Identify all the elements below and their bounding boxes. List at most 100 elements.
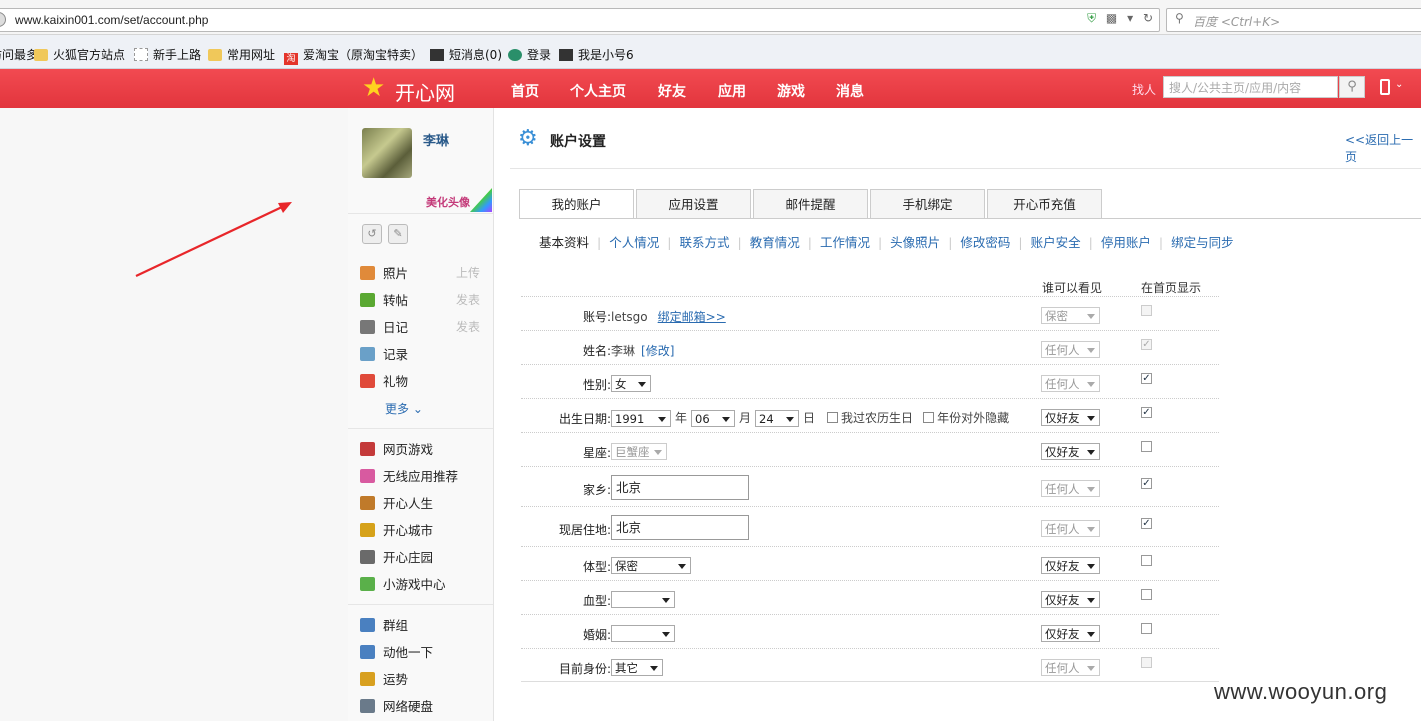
sidebar-item[interactable]: 运势 xyxy=(360,669,408,688)
subtab[interactable]: 头像照片 xyxy=(890,235,940,250)
homepage-checkbox[interactable] xyxy=(1141,555,1152,566)
tab-coin-recharge[interactable]: 开心币充值 xyxy=(987,189,1102,218)
reload-icon[interactable]: ↻ xyxy=(1143,11,1153,25)
sidebar-item[interactable]: 日记 xyxy=(360,317,408,336)
sidebar-item[interactable]: 开心城市 xyxy=(360,520,433,539)
sidebar-item[interactable]: 记录 xyxy=(360,344,408,363)
sidebar-item-action[interactable]: 上传 xyxy=(456,264,480,281)
bookmark-firefox[interactable]: 火狐官方站点 xyxy=(34,46,125,63)
lunar-checkbox[interactable] xyxy=(827,412,839,423)
sidebar-item[interactable]: 网页游戏 xyxy=(360,439,433,458)
nav-apps[interactable]: 应用 xyxy=(718,81,746,101)
bookmark-common-sites[interactable]: 常用网址 xyxy=(208,46,275,63)
visibility-select[interactable]: 仅好友 xyxy=(1041,625,1100,642)
birth-month-select[interactable]: 06 xyxy=(691,410,736,427)
tab-email-alerts[interactable]: 邮件提醒 xyxy=(753,189,868,218)
beautify-avatar-link[interactable]: 美化头像 xyxy=(426,194,470,210)
birth-day-select[interactable]: 24 xyxy=(755,410,800,427)
share-icon[interactable]: ↺ xyxy=(362,224,382,244)
bookmark-getting-started[interactable]: 新手上路 xyxy=(134,46,201,63)
body-type-select[interactable]: 保密 xyxy=(611,557,691,574)
lunar-birthday-option[interactable]: 我过农历生日 xyxy=(827,411,913,425)
browser-search-box[interactable]: ⚲ 百度 <Ctrl+K> xyxy=(1166,8,1421,32)
visibility-select[interactable]: 仅好友 xyxy=(1041,409,1100,426)
hide-year-checkbox[interactable] xyxy=(923,412,935,423)
homepage-checkbox[interactable] xyxy=(1141,623,1152,634)
dropdown-icon[interactable]: ▾ xyxy=(1127,11,1133,25)
homepage-checkbox[interactable]: ✓ xyxy=(1141,518,1152,529)
bookmark-aitaobao[interactable]: 淘爱淘宝（原淘宝特卖） xyxy=(284,46,423,65)
nav-home[interactable]: 首页 xyxy=(511,81,539,101)
logo-star-icon[interactable]: ★ xyxy=(362,73,385,103)
hometown-input[interactable]: 北京 xyxy=(611,475,749,500)
sidebar-item[interactable]: 照片 xyxy=(360,263,408,282)
homepage-checkbox[interactable]: ✓ xyxy=(1141,339,1152,350)
visibility-select[interactable]: 仅好友 xyxy=(1041,443,1100,460)
edit-name-link[interactable]: [修改] xyxy=(641,344,674,358)
visibility-select[interactable]: 保密 xyxy=(1041,307,1100,324)
zodiac-select[interactable]: 巨蟹座 xyxy=(611,443,667,460)
chevron-down-icon[interactable]: ⌄ xyxy=(1395,79,1403,90)
visibility-select[interactable]: 任何人 xyxy=(1041,341,1100,358)
site-search-button[interactable]: ⚲ xyxy=(1339,76,1365,98)
tab-phone-binding[interactable]: 手机绑定 xyxy=(870,189,985,218)
user-name[interactable]: 李琳 xyxy=(423,130,449,149)
site-logo[interactable]: 开心网 xyxy=(395,77,455,106)
edit-icon[interactable]: ✎ xyxy=(388,224,408,244)
visibility-select[interactable]: 任何人 xyxy=(1041,480,1100,497)
sidebar-item[interactable]: 群组 xyxy=(360,615,408,634)
gender-select[interactable]: 女 xyxy=(611,375,651,392)
visibility-select[interactable]: 任何人 xyxy=(1041,659,1100,676)
homepage-checkbox[interactable] xyxy=(1141,441,1152,452)
birth-year-select[interactable]: 1991 xyxy=(611,410,671,427)
site-search-input[interactable]: 搜人/公共主页/应用/内容 xyxy=(1163,76,1338,98)
sidebar-item[interactable]: 礼物 xyxy=(360,371,408,390)
homepage-checkbox[interactable] xyxy=(1141,305,1152,316)
homepage-checkbox[interactable]: ✓ xyxy=(1141,478,1152,489)
nav-messages[interactable]: 消息 xyxy=(836,81,864,101)
nav-friends[interactable]: 好友 xyxy=(658,81,686,101)
subtab[interactable]: 修改密码 xyxy=(960,235,1010,250)
status-select[interactable]: 其它 xyxy=(611,659,663,676)
subtab[interactable]: 绑定与同步 xyxy=(1171,235,1234,250)
blood-type-select[interactable] xyxy=(611,591,675,608)
bookmark-alt-account[interactable]: 我是小号6 xyxy=(559,46,634,63)
shield-icon[interactable]: ⛨ xyxy=(1087,11,1096,25)
phone-icon[interactable] xyxy=(1380,79,1390,95)
subtab[interactable]: 停用账户 xyxy=(1101,235,1151,250)
sidebar-item-action[interactable]: 发表 xyxy=(456,291,480,308)
more-link[interactable]: 更多 ⌄ xyxy=(385,400,423,417)
nav-games[interactable]: 游戏 xyxy=(777,81,805,101)
visibility-select[interactable]: 仅好友 xyxy=(1041,557,1100,574)
subtab[interactable]: 联系方式 xyxy=(679,235,729,250)
address-bar[interactable]: www.kaixin001.com/set/account.php ⛨ ▩ ▾ … xyxy=(0,8,1160,32)
subtab[interactable]: 基本资料 xyxy=(539,235,589,250)
subtab[interactable]: 账户安全 xyxy=(1031,235,1081,250)
bind-email-link[interactable]: 绑定邮箱>> xyxy=(658,310,726,324)
homepage-checkbox[interactable] xyxy=(1141,589,1152,600)
qrcode-icon[interactable]: ▩ xyxy=(1106,11,1117,25)
homepage-checkbox[interactable]: ✓ xyxy=(1141,407,1152,418)
subtab[interactable]: 教育情况 xyxy=(750,235,800,250)
back-link[interactable]: <<返回上一页 xyxy=(1345,131,1421,165)
sidebar-item[interactable]: 开心庄园 xyxy=(360,547,433,566)
avatar[interactable] xyxy=(362,128,412,178)
sidebar-item[interactable]: 动他一下 xyxy=(360,642,433,661)
visibility-select[interactable]: 仅好友 xyxy=(1041,591,1100,608)
sidebar-item-action[interactable]: 发表 xyxy=(456,318,480,335)
tab-my-account[interactable]: 我的账户 xyxy=(519,189,634,219)
bookmark-messages[interactable]: 短消息(0) xyxy=(430,46,502,63)
subtab[interactable]: 个人情况 xyxy=(609,235,659,250)
sidebar-item[interactable]: 开心人生 xyxy=(360,493,433,512)
hide-year-option[interactable]: 年份对外隐藏 xyxy=(923,411,1009,425)
residence-input[interactable]: 北京 xyxy=(611,515,749,540)
bookmark-login[interactable]: 登录 xyxy=(508,46,551,63)
tab-app-settings[interactable]: 应用设置 xyxy=(636,189,751,218)
homepage-checkbox[interactable] xyxy=(1141,657,1152,668)
visibility-select[interactable]: 任何人 xyxy=(1041,520,1100,537)
marital-select[interactable] xyxy=(611,625,675,642)
sidebar-item[interactable]: 网络硬盘 xyxy=(360,696,433,715)
sidebar-item[interactable]: 转帖 xyxy=(360,290,408,309)
sidebar-item[interactable]: 小游戏中心 xyxy=(360,574,446,593)
nav-profile[interactable]: 个人主页 xyxy=(570,81,626,101)
